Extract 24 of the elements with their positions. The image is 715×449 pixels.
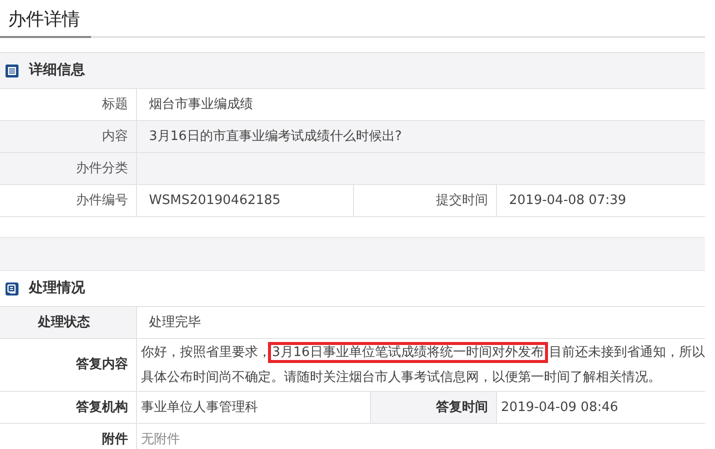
field-label: 提交时间 <box>436 192 488 210</box>
field-label: 附件 <box>102 430 128 449</box>
section-title: 详细信息 <box>29 60 85 80</box>
section-title: 处理情况 <box>29 279 85 298</box>
field-label: 办件编号 <box>76 192 128 210</box>
field-label: 标题 <box>102 96 128 114</box>
field-value: 烟台市事业编成绩 <box>149 96 253 114</box>
document-icon <box>5 282 19 296</box>
field-label: 答复时间 <box>436 398 488 417</box>
field-value: WSMS20190462185 <box>149 192 281 210</box>
field-label: 办件分类 <box>76 160 128 178</box>
field-value: 2019-04-09 08:46 <box>501 398 618 417</box>
list-icon <box>5 64 19 78</box>
field-label: 答复内容 <box>76 356 128 374</box>
field-label: 处理状态 <box>38 314 90 332</box>
reply-text: 你好，按照省里要求，3月16日事业单位笔试成绩将统一时间对外发布 目前还未接到省通知，所以具体公布时间尚不确定。请随时关注烟台市人事考试信息网，以便第一时间了解相关情况。 <box>141 339 705 391</box>
field-value: 处理完毕 <box>149 314 201 332</box>
field-value: 2019-04-08 07:39 <box>509 192 626 210</box>
field-value: 事业单位人事管理科 <box>141 398 258 417</box>
field-label: 答复机构 <box>76 398 128 417</box>
page-tab[interactable]: 办件详情 <box>0 0 91 38</box>
field-value: 3月16日的市直事业编考试成绩什么时候出? <box>149 128 402 146</box>
field-value: 无附件 <box>141 430 180 449</box>
field-label: 内容 <box>102 128 128 146</box>
